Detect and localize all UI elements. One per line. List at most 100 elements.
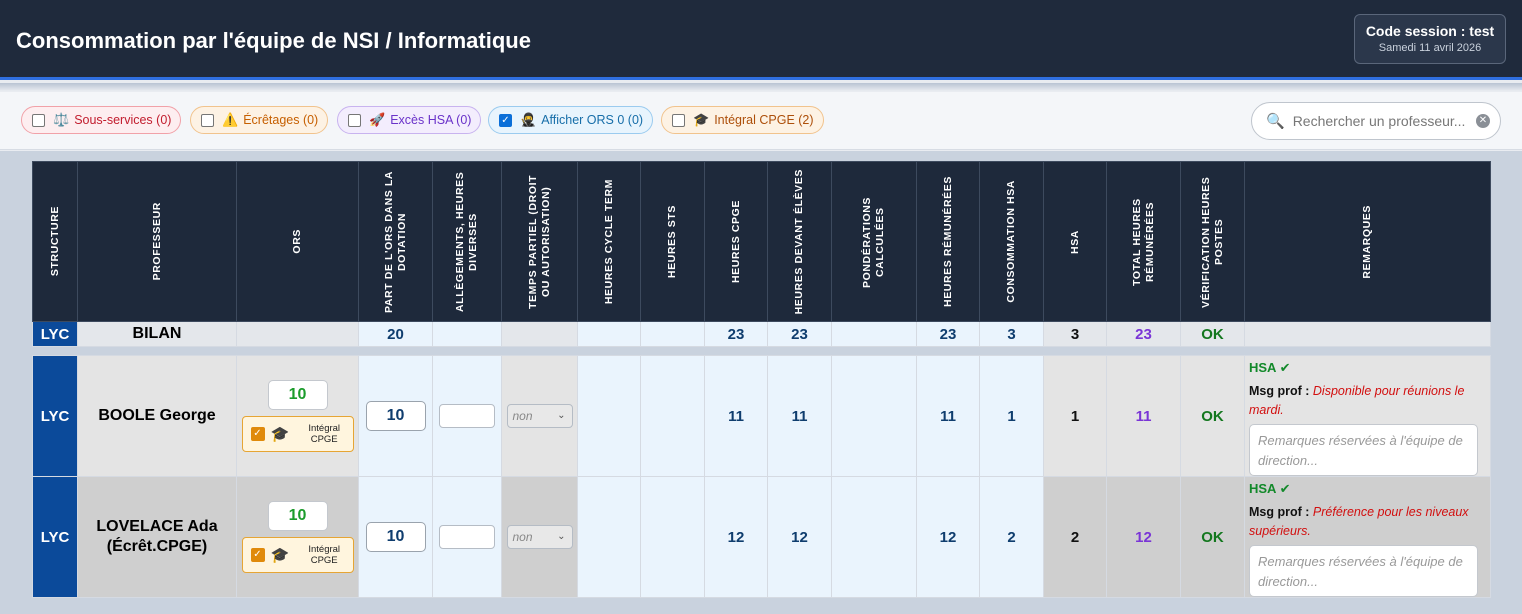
hsa-cell: 1 xyxy=(1043,355,1107,477)
search-icon: 🔍 xyxy=(1266,113,1285,130)
cycle-term-cell xyxy=(577,355,641,477)
ponderations-cell xyxy=(831,476,917,598)
search-box[interactable]: 🔍 ✕ xyxy=(1251,102,1501,140)
verification-cell: OK xyxy=(1180,355,1245,477)
structure-cell: LYC xyxy=(32,355,78,477)
devant-eleves-cell: 23 xyxy=(767,321,832,347)
rocket-icon: 🚀 xyxy=(369,112,386,127)
filter-bar: ⚖️ Sous-services (0) ⚠️ Écrêtages (0) 🚀 … xyxy=(0,92,1522,150)
filter-afficher-ors0[interactable]: ✓ 🥷 Afficher ORS 0 (0) xyxy=(488,106,654,134)
filter-label: Intégral CPGE (2) xyxy=(714,113,814,127)
col-header[interactable]: HSA xyxy=(1043,161,1107,322)
table-header: Structure Professeur ORS Part de l'ORS d… xyxy=(32,161,1491,322)
graduation-cap-icon: 🎓 xyxy=(270,547,290,564)
remarques-textarea[interactable]: Remarques réservées à l'équipe de direct… xyxy=(1249,424,1478,476)
cycle-term-cell xyxy=(577,476,641,598)
part-ors-input[interactable]: 10 xyxy=(365,401,426,431)
col-header[interactable]: ORS xyxy=(236,161,359,322)
integral-cpge-toggle[interactable]: ✓ 🎓 Intégral CPGE xyxy=(241,537,354,573)
part-ors-cell: 10 xyxy=(358,476,433,598)
part-ors-cell: 10 xyxy=(358,355,433,477)
chevron-down-icon: ⌄ xyxy=(557,531,566,542)
filter-label: Écrêtages (0) xyxy=(243,113,319,127)
verification-cell: OK xyxy=(1180,476,1245,598)
search-input[interactable] xyxy=(1292,113,1471,129)
temps-partiel-select[interactable]: non ⌄ xyxy=(506,404,573,428)
filter-integral-cpge[interactable]: 🎓 Intégral CPGE (2) xyxy=(661,106,824,134)
col-header[interactable]: Allègements, heures diverses xyxy=(432,161,502,322)
col-header[interactable]: Consommation HSA xyxy=(979,161,1044,322)
col-header[interactable]: Professeur xyxy=(77,161,237,322)
conso-hsa-cell: 1 xyxy=(979,355,1044,477)
filter-sous-services[interactable]: ⚖️ Sous-services (0) xyxy=(21,106,182,134)
conso-hsa-cell: 2 xyxy=(979,476,1044,598)
header-bar: Consommation par l'équipe de NSI / Infor… xyxy=(0,0,1522,80)
col-header[interactable]: Heures STS xyxy=(640,161,705,322)
integral-cpge-toggle[interactable]: ✓ 🎓 Intégral CPGE xyxy=(241,416,354,452)
filter-checkbox-checked[interactable]: ✓ xyxy=(499,113,512,127)
bilan-label: BILAN xyxy=(77,321,237,347)
session-date: Samedi 11 avril 2026 xyxy=(1378,42,1482,54)
col-header[interactable]: Part de l'ORS dans la dotation xyxy=(358,161,433,322)
filter-label: Excès HSA (0) xyxy=(390,113,472,127)
cpge-checkbox-checked[interactable]: ✓ xyxy=(250,427,265,441)
remarques-cell: HSA ✔ Msg prof : Préférence pour les niv… xyxy=(1244,476,1491,598)
ninja-icon: 🥷 xyxy=(520,112,537,127)
filter-checkbox[interactable] xyxy=(32,113,45,127)
warning-icon: ⚠️ xyxy=(222,112,239,127)
professeur-name: LOVELACE Ada (Écrêt.CPGE) xyxy=(77,476,237,598)
consumption-table: Structure Professeur ORS Part de l'ORS d… xyxy=(32,161,1491,598)
filter-exces-hsa[interactable]: 🚀 Excès HSA (0) xyxy=(337,106,482,134)
hsa-cell: 2 xyxy=(1043,476,1107,598)
sts-cell xyxy=(640,355,705,477)
balance-scale-icon: ⚖️ xyxy=(53,112,70,127)
total-cell: 23 xyxy=(1106,321,1181,347)
clear-search-icon[interactable]: ✕ xyxy=(1476,114,1490,128)
filter-checkbox[interactable] xyxy=(348,113,361,127)
devant-eleves-cell: 11 xyxy=(767,355,832,477)
filter-label: Afficher ORS 0 (0) xyxy=(541,113,644,127)
hsa-ok-status: HSA ✔ xyxy=(1249,360,1291,375)
msg-prof: Msg prof : Préférence pour les niveaux s… xyxy=(1249,505,1469,538)
col-header[interactable]: Pondérations calculées xyxy=(831,161,917,322)
col-header[interactable]: Temps partiel (droit ou autorisation) xyxy=(501,161,578,322)
col-header[interactable]: Structure xyxy=(32,161,78,322)
col-header[interactable]: Vérification heures postes xyxy=(1180,161,1245,322)
remarques-textarea[interactable]: Remarques réservées à l'équipe de direct… xyxy=(1249,545,1478,597)
header-shadow xyxy=(0,83,1522,91)
ors-input[interactable]: 10 xyxy=(267,380,328,410)
filter-ecretages[interactable]: ⚠️ Écrêtages (0) xyxy=(190,106,329,134)
temps-partiel-select[interactable]: non ⌄ xyxy=(506,525,573,549)
sts-cell xyxy=(640,321,705,347)
temps-partiel-cell: non ⌄ xyxy=(501,355,578,477)
col-header[interactable]: Heures CPGE xyxy=(704,161,768,322)
remarques-cell xyxy=(1244,321,1491,347)
cpge-label: Intégral CPGE xyxy=(308,423,341,445)
cpge-checkbox-checked[interactable]: ✓ xyxy=(250,548,265,562)
structure-cell: LYC xyxy=(32,476,78,598)
part-ors-input[interactable]: 10 xyxy=(365,522,426,552)
filter-checkbox[interactable] xyxy=(672,113,685,127)
col-header[interactable]: Remarques xyxy=(1244,161,1491,322)
main-content: Structure Professeur ORS Part de l'ORS d… xyxy=(0,151,1522,614)
ors-cell xyxy=(236,321,359,347)
col-header[interactable]: Total heures rémunérées xyxy=(1106,161,1181,322)
remunerees-cell: 12 xyxy=(916,476,980,598)
filter-checkbox[interactable] xyxy=(201,113,214,127)
col-header[interactable]: Heures devant élèves xyxy=(767,161,832,322)
verification-cell: OK xyxy=(1180,321,1245,347)
sts-cell xyxy=(640,476,705,598)
table-row: LYC BOOLE George 10 ✓ 🎓 Intégral CPGE 10… xyxy=(32,355,1491,477)
filter-label: Sous-services (0) xyxy=(74,113,172,127)
ors-input[interactable]: 10 xyxy=(267,501,328,531)
bilan-row: LYC BILAN 20 23 23 23 3 3 23 OK xyxy=(32,321,1491,347)
session-badge: Code session : test Samedi 11 avril 2026 xyxy=(1354,14,1506,64)
allegements-input[interactable] xyxy=(439,525,495,549)
ors-cell: 10 ✓ 🎓 Intégral CPGE xyxy=(236,355,359,477)
col-header[interactable]: Heures cycle term xyxy=(577,161,641,322)
remunerees-cell: 23 xyxy=(916,321,980,347)
session-code: Code session : test xyxy=(1365,23,1495,39)
temps-partiel-cell xyxy=(501,321,578,347)
col-header[interactable]: Heures rémunérées xyxy=(916,161,980,322)
allegements-input[interactable] xyxy=(439,404,495,428)
